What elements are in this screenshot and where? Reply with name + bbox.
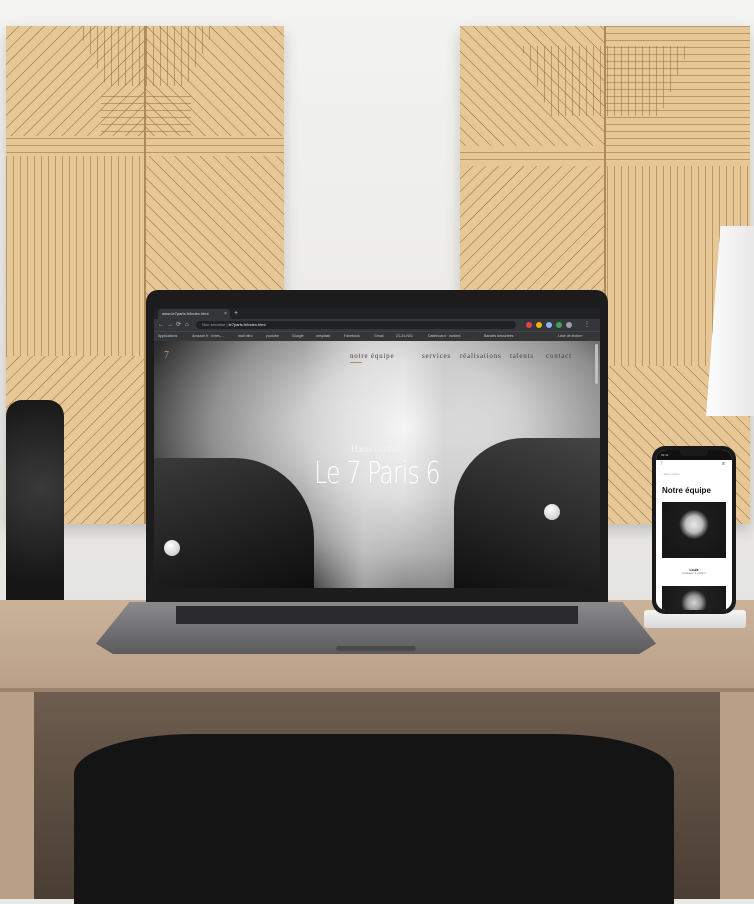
phone-page-title: Notre équipe (662, 486, 711, 495)
home-icon[interactable]: ⌂ (185, 319, 189, 331)
browser-tab[interactable]: www.le7paris.fr/index.html (158, 309, 230, 319)
profile-avatar[interactable] (566, 322, 572, 328)
bookmark-item[interactable]: Applications (158, 332, 177, 341)
bookmark-item[interactable]: Facebook (344, 332, 360, 341)
browser-tab-bar: www.le7paris.fr/index.html × + (154, 308, 600, 319)
desk-leg-right (720, 692, 754, 899)
site-logo[interactable]: 7 (164, 350, 169, 361)
menu-dots-icon[interactable]: ⋮ (584, 319, 590, 331)
bookmark-item[interactable]: Liste de lecture (558, 332, 582, 341)
bookmark-item[interactable]: Google (292, 332, 304, 341)
phone-site-logo[interactable]: 7 (660, 460, 663, 469)
smart-speaker (6, 400, 64, 620)
hamburger-menu-icon[interactable]: ≡ (722, 460, 725, 469)
extension-icon-3[interactable] (546, 322, 552, 328)
bookmark-item[interactable]: Amazon.fr : livres,... (192, 332, 224, 341)
team-member-photo[interactable] (662, 586, 726, 610)
url-text: le7paris.fr/index.html (228, 322, 266, 327)
bookmark-item[interactable]: unsplash (316, 332, 330, 341)
new-tab-button[interactable]: + (234, 308, 238, 319)
nav-realisations[interactable]: réalisations (460, 352, 501, 360)
bookmark-item[interactable]: Dashboard · Invided (428, 332, 460, 341)
team-member-role: Fondateur & coiffeur (682, 572, 706, 575)
extension-icon-1[interactable] (526, 322, 532, 328)
extension-icon-2[interactable] (536, 322, 542, 328)
bookmarks-bar: Applications Amazon.fr : livres,... mail… (154, 331, 600, 341)
phone-time: 09:41 (661, 453, 669, 457)
forward-icon[interactable]: → (167, 319, 173, 331)
extension-icon-4[interactable] (556, 322, 562, 328)
bookmark-item[interactable]: mail nitro (238, 332, 253, 341)
bookmark-item[interactable]: Gmail (374, 332, 383, 341)
smartphone: 09:41 7 ≡ ‹ Notre équipe Notre équipe Lo… (652, 446, 736, 614)
nav-talents[interactable]: talents (510, 352, 534, 360)
phone-breadcrumb[interactable]: ‹ Notre équipe (662, 472, 680, 476)
team-member-photo[interactable] (662, 502, 726, 558)
nav-active-indicator (350, 362, 362, 363)
laptop-notch (336, 646, 416, 651)
reload-icon[interactable]: ⟳ (176, 319, 181, 331)
phone-site-header (656, 460, 732, 469)
browser-toolbar: ← → ⟳ ⌂ Non sécurisé | le7paris.fr/index… (154, 319, 600, 331)
page-scrollbar[interactable] (595, 344, 598, 384)
office-chair (74, 734, 674, 904)
bookmark-item[interactable]: 21-24-N01 (396, 332, 413, 341)
jacket-stud (164, 540, 180, 556)
jacket-stud (544, 504, 560, 520)
phone-notch (680, 450, 708, 456)
phone-screen: 09:41 7 ≡ ‹ Notre équipe Notre équipe Lo… (656, 450, 732, 610)
nav-contact[interactable]: contact (546, 352, 572, 360)
laptop-keyboard (176, 606, 578, 624)
nav-notre-equipe[interactable]: notre équipe (350, 352, 394, 360)
nav-services[interactable]: services (422, 352, 451, 360)
address-bar[interactable]: Non sécurisé | le7paris.fr/index.html (196, 321, 516, 329)
tab-close-icon[interactable]: × (224, 309, 227, 319)
bookmark-item[interactable]: Bandes dessinées (484, 332, 513, 341)
back-icon[interactable]: ← (158, 319, 164, 331)
desk-leg-left (0, 692, 34, 899)
hero-title: Le 7 Paris 6 (314, 456, 440, 491)
hero-subtitle: Haute coiffure (350, 444, 404, 454)
laptop-screen: www.le7paris.fr/index.html × + ← → ⟳ ⌂ N… (154, 308, 600, 588)
security-label[interactable]: Non sécurisé (202, 322, 225, 327)
bookmark-item[interactable]: youtube (266, 332, 279, 341)
